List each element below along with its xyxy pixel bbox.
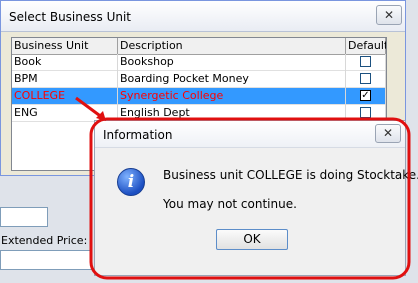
default-checkbox[interactable] [360, 73, 371, 84]
business-unit-cell: Book [12, 54, 118, 71]
description-cell: Synergetic College [118, 88, 346, 105]
table-row[interactable]: Book Bookshop [12, 54, 386, 71]
default-cell [346, 71, 386, 88]
default-checkbox[interactable] [360, 107, 371, 118]
ok-button[interactable]: OK [216, 229, 288, 250]
column-header-description[interactable]: Description [118, 38, 346, 54]
grid-header: Business Unit Description Default [12, 38, 386, 55]
extended-price-label: Extended Price: [1, 234, 88, 247]
default-checkbox-checked[interactable]: ✓ [360, 90, 371, 101]
business-unit-cell: BPM [12, 71, 118, 88]
table-row-selected[interactable]: COLLEGE Synergetic College ✓ [12, 88, 386, 105]
description-cell: Boarding Pocket Money [118, 71, 346, 88]
dialog-title: Information [103, 128, 173, 142]
dialog-close-button[interactable]: ✕ [375, 124, 401, 143]
default-checkbox[interactable] [360, 56, 371, 67]
dialog-message-line2: You may not continue. [163, 197, 297, 211]
default-cell: ✓ [346, 88, 386, 105]
table-row[interactable]: BPM Boarding Pocket Money [12, 71, 386, 88]
dialog-message-line1: Business unit COLLEGE is doing Stocktake… [163, 168, 418, 182]
business-unit-cell: COLLEGE [12, 88, 118, 105]
column-header-business-unit[interactable]: Business Unit [12, 38, 118, 54]
information-icon: i [117, 168, 145, 196]
dialog-body: i Business unit COLLEGE is doing Stockta… [95, 148, 418, 275]
extended-price-field[interactable] [0, 250, 92, 270]
background-input-field[interactable] [0, 207, 48, 227]
select-window-titlebar[interactable]: Select Business Unit ✕ [1, 1, 405, 32]
column-header-default[interactable]: Default [346, 38, 386, 54]
description-cell: Bookshop [118, 54, 346, 71]
select-window-close-button[interactable]: ✕ [376, 5, 402, 25]
select-window-title: Select Business Unit [9, 10, 131, 24]
dialog-titlebar[interactable]: Information ✕ [95, 121, 405, 148]
default-cell [346, 54, 386, 71]
information-dialog: Information ✕ i Business unit COLLEGE is… [94, 120, 418, 276]
